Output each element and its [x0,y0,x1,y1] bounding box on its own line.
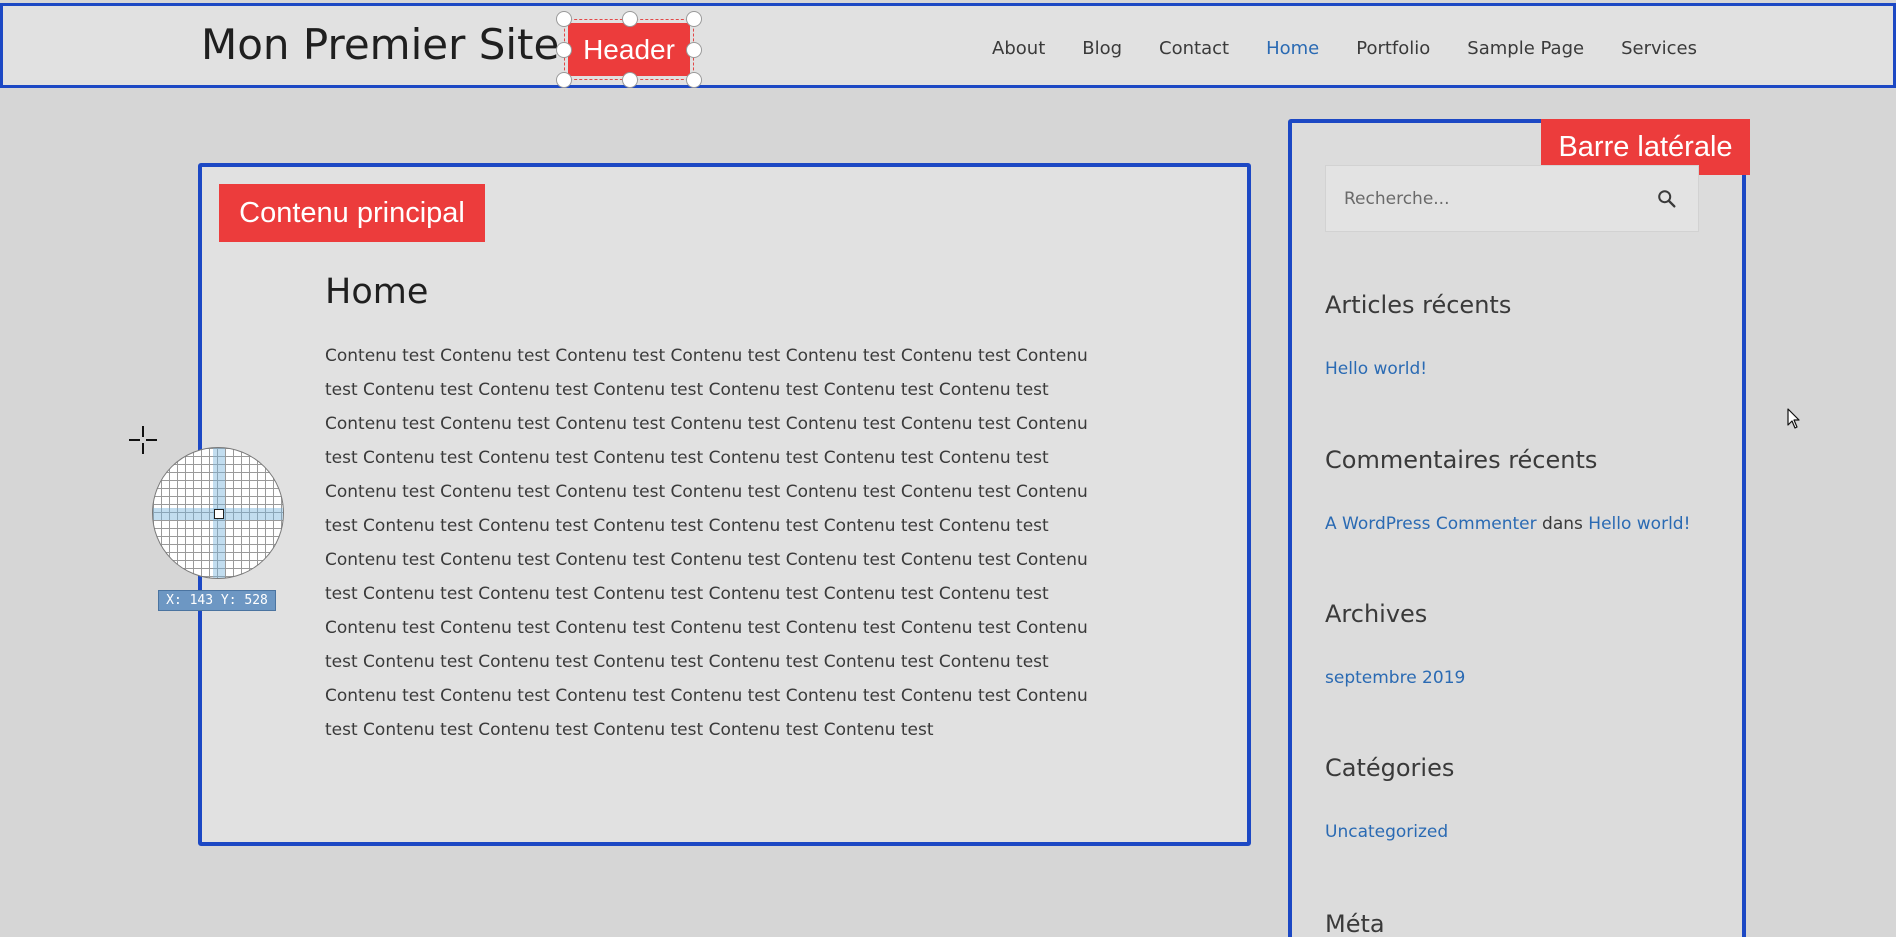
nav-item-sample-page[interactable]: Sample Page [1467,38,1584,59]
nav-item-services[interactable]: Services [1621,38,1697,59]
magnifier-center-pixel [214,509,224,519]
nav-item-home[interactable]: Home [1266,38,1319,59]
main-content: Contenu principal Home Contenu test Cont… [198,163,1251,846]
category-link[interactable]: Uncategorized [1325,822,1448,842]
header-annotation-label[interactable]: Header [568,23,690,76]
page-title: Home [325,272,429,312]
mouse-pointer-icon [1787,408,1800,429]
coordinate-readout: X: 143 Y: 528 [158,590,276,611]
recent-comment-entry: A WordPress Commenter dans Hello world! [1325,514,1690,534]
comment-post-link[interactable]: Hello world! [1588,514,1690,534]
page-content-text: Contenu test Contenu test Contenu test C… [325,346,1088,740]
site-header: Mon Premier Site Header About Blog Conta… [0,3,1896,88]
search-input[interactable] [1326,166,1646,231]
search-icon[interactable] [1656,188,1678,210]
widget-title-recent-posts: Articles récents [1325,291,1512,319]
search-form [1325,165,1699,232]
crosshair-icon [129,426,157,454]
resize-handle-top-right[interactable] [686,11,702,27]
resize-handle-left[interactable] [556,42,572,58]
nav-item-contact[interactable]: Contact [1159,38,1229,59]
recent-post-link[interactable]: Hello world! [1325,359,1427,379]
resize-handle-top[interactable] [622,11,638,27]
comment-author-link[interactable]: A WordPress Commenter [1325,514,1537,534]
nav-item-about[interactable]: About [992,38,1045,59]
widget-title-categories: Catégories [1325,754,1455,782]
archive-link[interactable]: septembre 2019 [1325,668,1465,688]
comment-connector-text: dans [1542,514,1583,534]
screen-magnifier [152,447,284,579]
nav-item-blog[interactable]: Blog [1082,38,1122,59]
widget-title-meta: Méta [1325,910,1385,937]
resize-handle-bottom-right[interactable] [686,72,702,88]
resize-handle-bottom-left[interactable] [556,72,572,88]
site-title[interactable]: Mon Premier Site [201,20,559,69]
resize-handle-top-left[interactable] [556,11,572,27]
widget-title-recent-comments: Commentaires récents [1325,446,1598,474]
main-annotation-label[interactable]: Contenu principal [219,184,485,242]
page: Mon Premier Site Header About Blog Conta… [0,0,1896,937]
main-navigation: About Blog Contact Home Portfolio Sample… [992,6,1697,91]
resize-handle-right[interactable] [686,42,702,58]
widget-title-archives: Archives [1325,600,1428,628]
header-annotation-selection[interactable]: Header [556,11,702,88]
resize-handle-bottom[interactable] [622,72,638,88]
nav-item-portfolio[interactable]: Portfolio [1356,38,1430,59]
